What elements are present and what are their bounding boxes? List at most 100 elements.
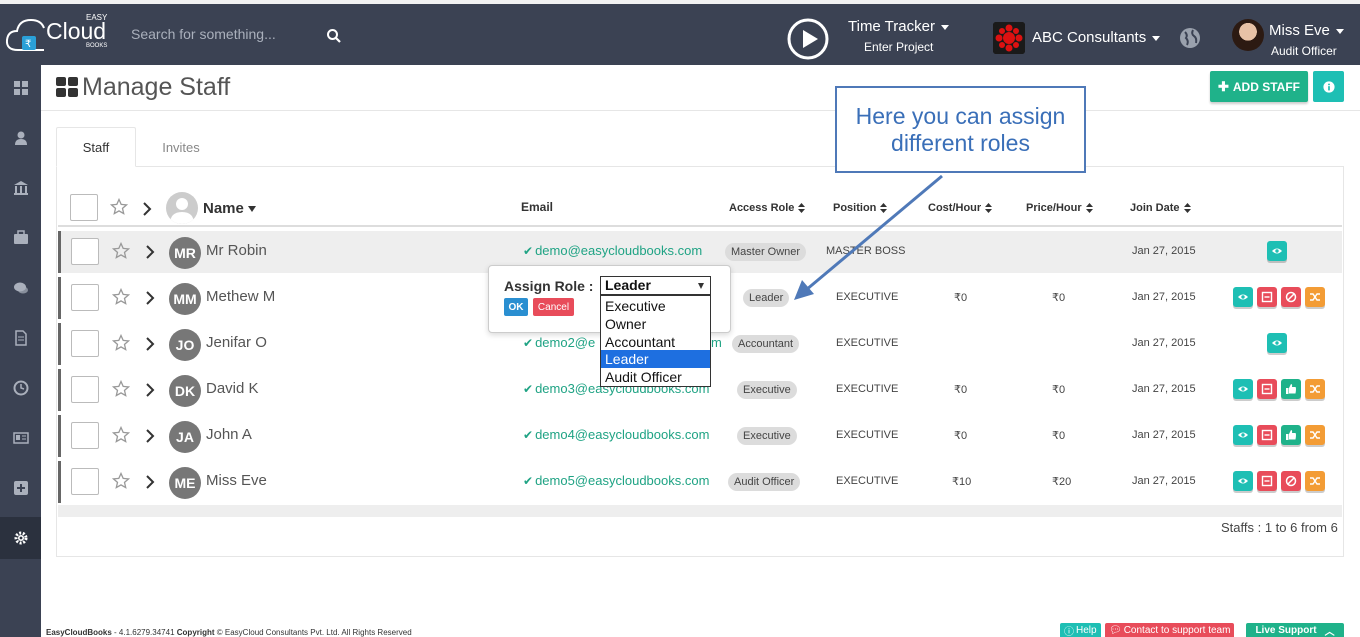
column-join-date[interactable]: Join Date [1130,202,1191,214]
star-icon[interactable] [112,426,130,444]
role-badge[interactable]: Executive [737,427,797,445]
transfer-button[interactable] [1305,471,1325,491]
column-price[interactable]: Price/Hour [1026,202,1093,214]
chevron-right-icon[interactable] [145,383,155,397]
view-button[interactable] [1267,241,1287,261]
row-checkbox[interactable] [71,422,99,449]
staff-email[interactable]: ✔ demo4@easycloudbooks.com [523,427,709,442]
user-avatar[interactable] [1232,19,1264,51]
row-checkbox[interactable] [71,284,99,311]
star-icon[interactable] [112,380,130,398]
staff-position: EXECUTIVE [836,475,899,487]
help-button[interactable]: ⓘ Help [1060,623,1101,637]
chevron-right-icon[interactable] [145,337,155,351]
sidebar-item-bank[interactable] [0,167,41,209]
view-button[interactable] [1233,379,1253,399]
row-checkbox[interactable] [71,330,99,357]
table-row[interactable]: ME Miss Eve ✔ demo5@easycloudbooks.com Au… [58,461,1342,503]
column-email[interactable]: Email [521,200,553,214]
edit-button[interactable] [1257,425,1277,445]
edit-button[interactable] [1257,379,1277,399]
block-button[interactable] [1281,287,1301,307]
chevron-right-icon[interactable] [142,202,152,216]
sidebar-item-contacts[interactable] [0,117,41,159]
view-button[interactable] [1233,471,1253,491]
edit-button[interactable] [1257,471,1277,491]
sidebar-item-dashboard[interactable] [0,67,41,109]
role-option[interactable]: Accountant [601,333,710,351]
role-badge[interactable]: Executive [737,381,797,399]
select-all-checkbox[interactable] [70,194,98,221]
chevron-right-icon[interactable] [145,475,155,489]
sidebar-item-documents[interactable] [0,317,41,359]
check-icon: ✔ [523,428,534,442]
view-button[interactable] [1233,425,1253,445]
cancel-button[interactable]: Cancel [533,298,574,316]
staff-name[interactable]: Miss Eve [206,472,267,489]
staff-name[interactable]: Methew M [206,288,275,305]
star-icon[interactable] [112,242,130,260]
tab-staff[interactable]: Staff [56,127,136,167]
sidebar-item-add[interactable] [0,467,41,509]
price-per-hour: ₹0 [1052,430,1066,442]
company-dropdown[interactable]: ABC Consultants [1032,29,1161,46]
info-button[interactable] [1313,71,1344,102]
row-checkbox[interactable] [71,376,99,403]
star-icon[interactable] [112,334,130,352]
view-button[interactable] [1233,287,1253,307]
sidebar-item-projects[interactable] [0,217,41,259]
star-icon[interactable] [112,288,130,306]
role-select[interactable]: Leader [600,276,711,295]
edit-button[interactable] [1257,287,1277,307]
staff-email[interactable]: ✔ demo5@easycloudbooks.com [523,473,709,488]
approve-button[interactable] [1281,425,1301,445]
sidebar-item-settings[interactable] [0,517,41,559]
logo[interactable]: ₹ EASY Cloud BOOKS [4,10,124,60]
chevron-right-icon[interactable] [145,245,155,259]
role-option[interactable]: Owner [601,315,710,333]
role-badge[interactable]: Accountant [732,335,800,353]
staff-email[interactable]: ✔ demo@easycloudbooks.com [523,243,702,258]
transfer-button[interactable] [1305,287,1325,307]
time-tracker-dropdown[interactable]: Time Tracker [848,18,949,35]
transfer-button[interactable] [1305,425,1325,445]
chevron-right-icon[interactable] [145,291,155,305]
staff-name[interactable]: Jenifar O [206,334,267,351]
staff-email[interactable]: ✔ demo2@e [523,335,595,350]
sidebar-item-messages[interactable] [0,267,41,309]
live-support-button[interactable]: Live Support ︿ [1246,623,1344,637]
contact-support-button[interactable]: 💬︎ Contact to support team [1105,623,1235,637]
time-tracker-project[interactable]: Enter Project [864,40,933,54]
search-icon[interactable] [326,28,342,44]
star-icon[interactable] [112,472,130,490]
ok-button[interactable]: OK [504,298,528,316]
tab-invites[interactable]: Invites [136,127,226,167]
search-input[interactable]: Search for something... [131,26,331,42]
staff-name[interactable]: Mr Robin [206,242,267,259]
role-option-selected[interactable]: Leader [601,350,710,368]
user-menu[interactable]: Miss Eve [1269,22,1344,39]
approve-button[interactable] [1281,379,1301,399]
view-button[interactable] [1267,333,1287,353]
chevron-right-icon[interactable] [145,429,155,443]
staff-name[interactable]: John A [206,426,252,443]
role-option[interactable]: Audit Officer [601,368,710,386]
globe-icon[interactable] [1179,27,1201,49]
star-icon[interactable] [110,198,128,216]
sidebar-item-cards[interactable] [0,417,41,459]
role-option[interactable]: Executive [601,297,710,315]
price-per-hour: ₹0 [1052,384,1066,396]
sidebar-item-time[interactable] [0,367,41,409]
staff-name[interactable]: David K [206,380,259,397]
contact-label: Contact to support team [1123,624,1231,636]
column-name[interactable]: Name [203,200,256,217]
block-button[interactable] [1281,471,1301,491]
check-icon: ✔ [523,336,534,350]
add-staff-button[interactable]: ✚ ADD STAFF [1210,71,1308,102]
transfer-button[interactable] [1305,379,1325,399]
play-timer-icon[interactable] [787,18,829,60]
row-checkbox[interactable] [71,238,99,265]
table-row[interactable]: JA John A ✔ demo4@easycloudbooks.com Exec… [58,415,1342,457]
role-badge[interactable]: Audit Officer [728,473,801,491]
row-checkbox[interactable] [71,468,99,495]
